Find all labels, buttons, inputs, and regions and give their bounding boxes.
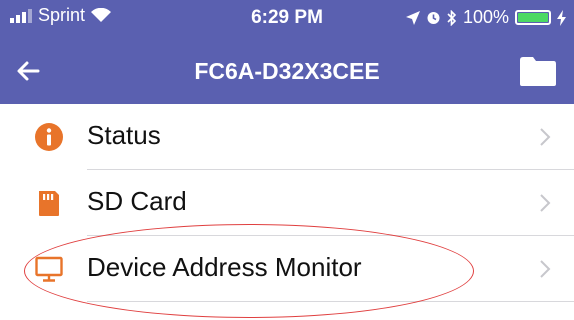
list-item-status[interactable]: Status: [0, 104, 574, 170]
battery-icon: [515, 10, 551, 25]
status-bar: Sprint 6:29 PM 100%: [0, 0, 574, 38]
chevron-right-icon: [540, 194, 551, 212]
sd-card-icon: [39, 191, 59, 216]
bluetooth-icon: [447, 9, 457, 26]
list-item-label: Device Address Monitor: [87, 252, 362, 282]
battery-percent: 100%: [462, 7, 509, 27]
navigation-bar: FC6A-D32X3CEE: [0, 38, 574, 104]
list-item-label: SD Card: [87, 186, 187, 216]
info-icon: [35, 123, 63, 151]
alarm-icon: [427, 12, 440, 24]
charging-bolt-icon: [557, 9, 566, 26]
battery-fill: [518, 13, 548, 22]
list-item-sd-card[interactable]: SD Card: [0, 170, 574, 236]
folder-icon[interactable]: [518, 54, 558, 88]
list-item-label: Status: [87, 120, 161, 150]
location-arrow-icon: [405, 10, 420, 25]
page-title: FC6A-D32X3CEE: [194, 58, 380, 84]
status-right: 100%: [405, 7, 566, 28]
list-item-device-address-monitor[interactable]: Device Address Monitor: [0, 236, 574, 302]
settings-list: Status SD Card Device Address Monitor: [0, 104, 574, 302]
chevron-right-icon: [540, 260, 551, 278]
monitor-icon: [35, 256, 63, 282]
divider: [87, 301, 574, 302]
chevron-right-icon: [540, 128, 551, 146]
